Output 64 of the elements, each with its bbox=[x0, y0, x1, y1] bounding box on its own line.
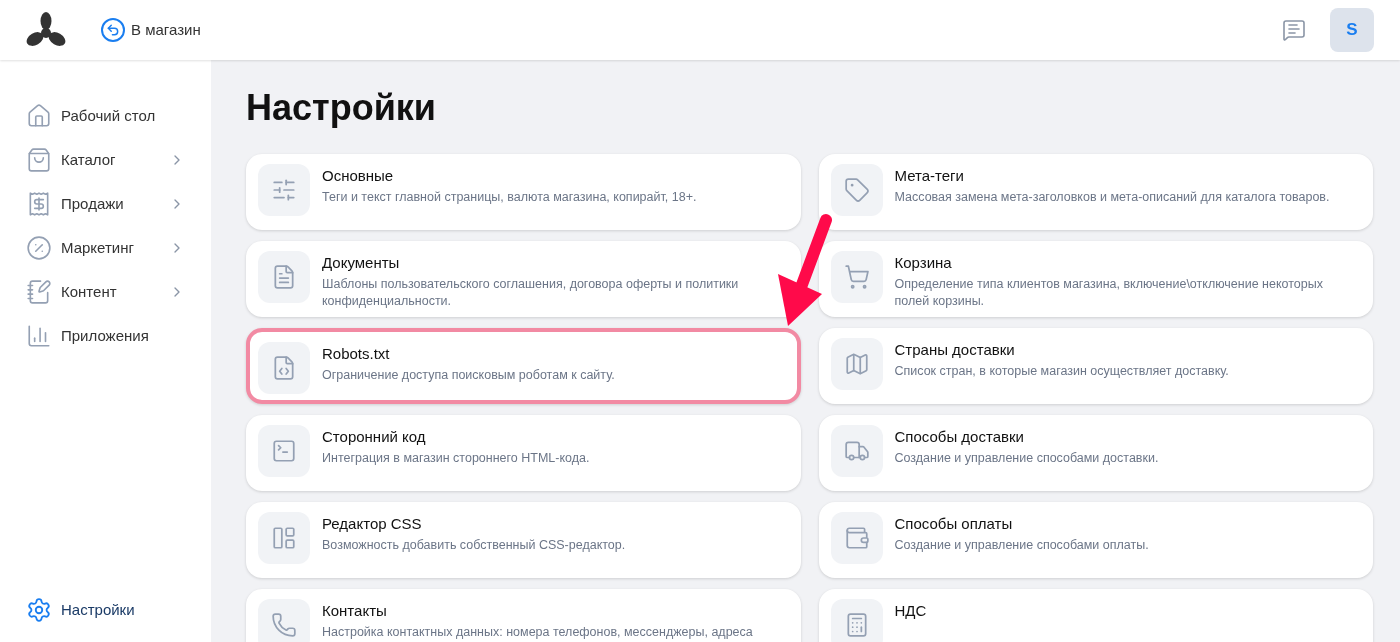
card-title: Основные bbox=[322, 166, 395, 186]
card-description: Интеграция в магазин стороннего HTML-кода. bbox=[322, 450, 590, 467]
settings-card[interactable]: Способы доставки Создание и управление способами доставки. bbox=[818, 415, 1373, 491]
document-icon bbox=[271, 264, 297, 290]
settings-card[interactable]: Контакты Настройка контактных данных: номера телефонов, мессенджеры, адреса bbox=[246, 589, 801, 642]
settings-card[interactable]: Robots.txt Ограничение доступа поисковым роботам к сайту. bbox=[246, 328, 801, 404]
card-title: Мета-теги bbox=[894, 166, 965, 186]
sidebar-item[interactable]: Приложения bbox=[26, 314, 185, 358]
settings-icon bbox=[26, 597, 52, 623]
settings-card[interactable]: Документы Шаблоны пользовательского соглашения, договора оферты и политики конфиденциальности. bbox=[246, 241, 801, 317]
settings-card[interactable]: Основные Теги и текст главной страницы, валюта магазина, копирайт, 18+. bbox=[246, 154, 801, 230]
notes-icon bbox=[26, 279, 52, 305]
back-to-store-link[interactable]: В магазин bbox=[101, 18, 201, 42]
truck-icon bbox=[843, 438, 870, 464]
tag-icon bbox=[843, 177, 870, 203]
propeller-logo bbox=[26, 12, 66, 48]
sidebar-item[interactable]: Настройки bbox=[26, 588, 185, 632]
phone-icon bbox=[271, 612, 297, 638]
settings-card[interactable]: НДС bbox=[818, 589, 1373, 642]
page-title: Настройки bbox=[246, 86, 437, 130]
sidebar-item[interactable]: Маркетинг bbox=[26, 226, 185, 270]
settings-card[interactable]: Способы оплаты Создание и управление способами оплаты. bbox=[818, 502, 1373, 578]
card-description: Настройка контактных данных: номера телефонов, мессенджеры, адреса bbox=[322, 624, 753, 641]
card-title: Корзина bbox=[894, 253, 953, 273]
chart-icon bbox=[26, 323, 52, 349]
card-description: Список стран, в которые магазин осуществляет доставку. bbox=[894, 363, 1229, 380]
sidebar-item[interactable]: Контент bbox=[26, 270, 185, 314]
card-description: Возможность добавить собственный CSS-редактор. bbox=[322, 537, 626, 554]
card-description: Массовая замена мета-заголовков и мета-описаний для каталога товаров. bbox=[894, 189, 1330, 206]
bag-icon bbox=[26, 147, 52, 173]
terminal-icon bbox=[271, 438, 297, 464]
cart-icon bbox=[843, 264, 870, 290]
map-icon bbox=[843, 351, 870, 377]
card-description: Теги и текст главной страницы, валюта магазина, копирайт, 18+. bbox=[322, 189, 697, 206]
sidebar-item[interactable]: Продажи bbox=[26, 182, 185, 226]
sliders-icon bbox=[271, 177, 297, 203]
code-file-icon bbox=[271, 355, 297, 381]
card-title: Сторонний код bbox=[322, 427, 427, 447]
card-title: Контакты bbox=[322, 601, 388, 621]
settings-card[interactable]: Страны доставки Список стран, в которые магазин осуществляет доставку. bbox=[818, 328, 1373, 404]
settings-card[interactable]: Редактор CSS Возможность добавить собственный CSS-редактор. bbox=[246, 502, 801, 578]
chat-icon[interactable] bbox=[1282, 18, 1306, 42]
card-title: Способы оплаты bbox=[894, 514, 1014, 534]
settings-card[interactable]: Мета-теги Массовая замена мета-заголовков и мета-описаний для каталога товаров. bbox=[818, 154, 1373, 230]
layout-icon bbox=[271, 525, 297, 551]
settings-card[interactable]: Корзина Определение типа клиентов магазина, включение\отключение некоторых полей корзины. bbox=[818, 241, 1373, 317]
card-description: Ограничение доступа поисковым роботам к сайту. bbox=[322, 367, 615, 384]
settings-card[interactable]: Сторонний код Интеграция в магазин стороннего HTML-кода. bbox=[246, 415, 801, 491]
card-description: Создание и управление способами доставки. bbox=[894, 450, 1159, 467]
card-title: НДС bbox=[894, 601, 927, 621]
sidebar-item[interactable]: Рабочий стол bbox=[26, 94, 185, 138]
card-description: Определение типа клиентов магазина, включение\отключение некоторых полей корзины. bbox=[894, 276, 1324, 310]
sidebar-item[interactable]: Каталог bbox=[26, 138, 185, 182]
back-icon bbox=[101, 18, 125, 42]
card-title: Редактор CSS bbox=[322, 514, 423, 534]
card-title: Страны доставки bbox=[894, 340, 1016, 360]
wallet-icon bbox=[843, 525, 870, 551]
percent-icon bbox=[26, 235, 52, 261]
card-title: Robots.txt bbox=[322, 344, 391, 364]
card-description: Создание и управление способами оплаты. bbox=[894, 537, 1149, 554]
card-title: Способы доставки bbox=[894, 427, 1025, 447]
card-description: Шаблоны пользовательского соглашения, договора оферты и политики конфиденциальности. bbox=[322, 276, 740, 310]
card-title: Документы bbox=[322, 253, 401, 273]
home-icon bbox=[26, 103, 52, 129]
